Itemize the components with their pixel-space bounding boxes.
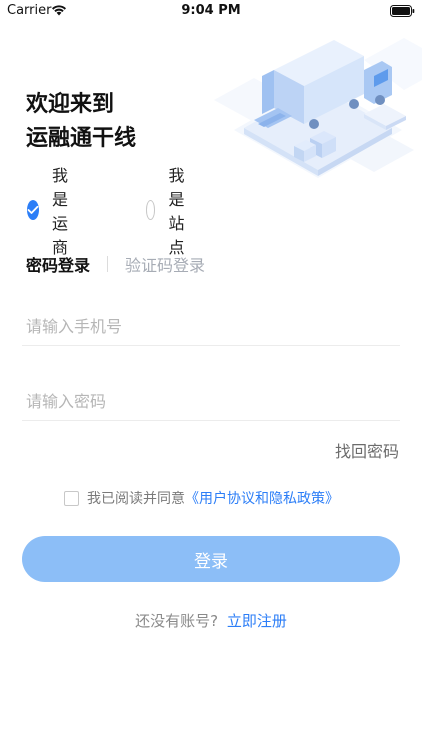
register-link[interactable]: 立即注册	[227, 612, 287, 630]
radio-unchecked-icon[interactable]	[146, 200, 156, 220]
register-prompt: 还没有账号?	[135, 612, 219, 630]
tab-password-login[interactable]: 密码登录	[26, 252, 90, 276]
phone-input[interactable]	[22, 308, 400, 346]
tab-code-login[interactable]: 验证码登录	[125, 252, 205, 276]
truck-illustration	[214, 38, 422, 178]
login-tabs: 密码登录 验证码登录	[26, 253, 205, 275]
password-input[interactable]	[22, 383, 400, 421]
welcome-line-1: 欢迎来到	[26, 92, 115, 117]
agreement-checkbox[interactable]	[64, 490, 79, 506]
agreement-row: 我已阅读并同意 《用户协议和隐私政策》	[64, 488, 339, 508]
agreement-text: 我已阅读并同意	[87, 491, 185, 507]
role-option-station[interactable]: 我是站点	[146, 166, 195, 257]
login-button[interactable]: 登录	[22, 536, 400, 582]
clock: 9:04 PM	[181, 3, 241, 18]
agreement-link[interactable]: 《用户协议和隐私政策》	[185, 488, 339, 508]
welcome-title: 欢迎来到 运融通干线	[26, 88, 136, 156]
register-row: 还没有账号? 立即注册	[0, 610, 422, 631]
tab-divider	[107, 256, 109, 272]
role-label-station: 我是站点	[168, 166, 185, 257]
battery-icon	[390, 5, 415, 17]
check-icon	[27, 205, 39, 214]
forgot-password-link[interactable]: 找回密码	[335, 438, 399, 462]
radio-checked-icon[interactable]	[27, 200, 39, 220]
status-bar: Carrier 9:04 PM	[0, 0, 422, 22]
role-option-carrier[interactable]: 我是运商	[27, 166, 76, 257]
welcome-line-2: 运融通干线	[26, 126, 137, 151]
role-label-carrier: 我是运商	[52, 166, 69, 257]
